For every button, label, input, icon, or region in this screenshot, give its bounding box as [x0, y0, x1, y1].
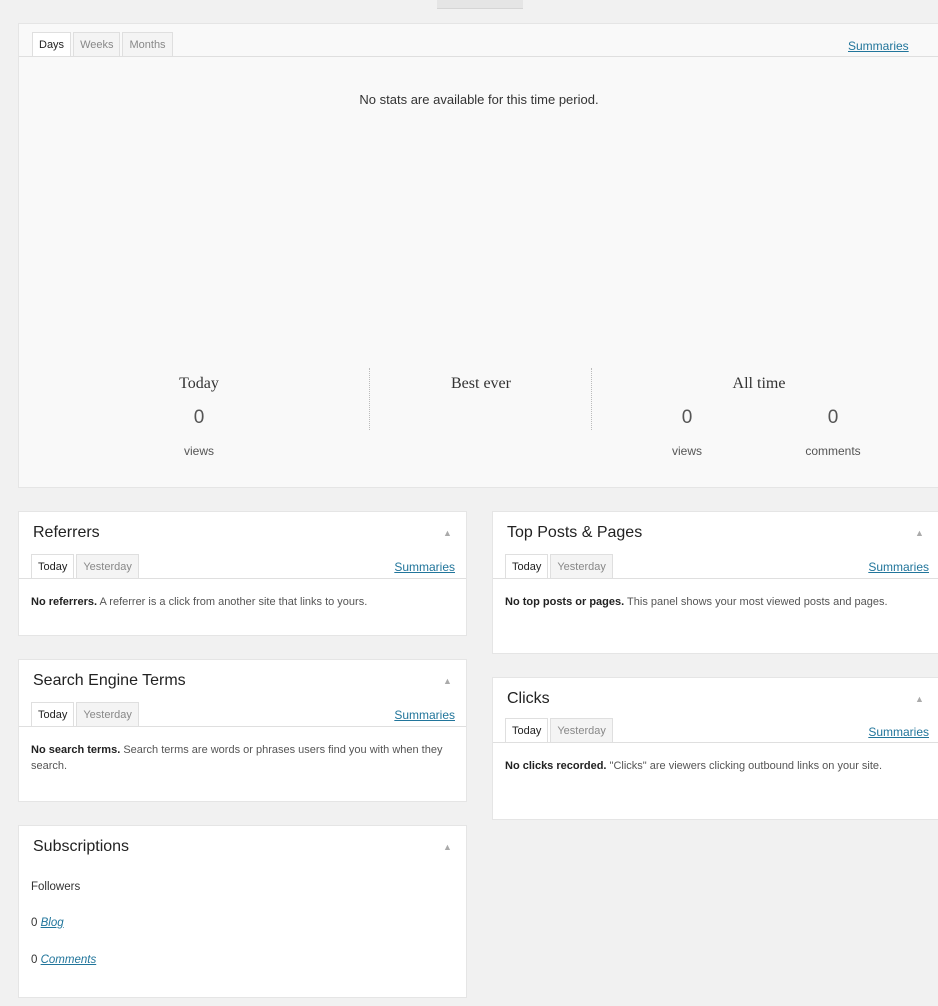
- tab-yesterday[interactable]: Yesterday: [550, 718, 613, 742]
- tab-divider: [493, 578, 938, 579]
- stat-divider: [591, 368, 592, 430]
- top-tab-stub: [437, 0, 523, 9]
- empty-message-bold: No clicks recorded.: [505, 760, 607, 772]
- search-terms-tabs: Today Yesterday: [31, 702, 139, 727]
- referrers-tabs: Today Yesterday: [31, 554, 139, 579]
- subscriptions-panel: Subscriptions ▲ Followers 0 Blog 0 Comme…: [18, 825, 467, 998]
- comment-followers-count: 0: [31, 954, 38, 966]
- followers-label: Followers: [31, 881, 81, 893]
- top-posts-title: Top Posts & Pages: [507, 524, 643, 541]
- summaries-link[interactable]: Summaries: [848, 39, 909, 53]
- tab-months[interactable]: Months: [122, 32, 173, 56]
- tab-days[interactable]: Days: [32, 32, 72, 57]
- top-posts-empty-message: No top posts or pages. This panel shows …: [505, 594, 928, 610]
- all-time-views-count: 0: [681, 407, 693, 428]
- collapse-icon[interactable]: ▲: [915, 694, 924, 704]
- today-heading: Today: [179, 375, 219, 392]
- clicks-empty-message: No clicks recorded. "Clicks" are viewers…: [505, 758, 928, 774]
- search-terms-empty-message: No search terms. Search terms are words …: [31, 742, 454, 774]
- top-posts-tabs: Today Yesterday: [505, 554, 613, 579]
- collapse-icon[interactable]: ▲: [915, 528, 924, 538]
- summaries-link[interactable]: Summaries: [394, 560, 455, 574]
- blog-followers-row: 0 Blog: [31, 917, 64, 929]
- empty-message-text: A referrer is a click from another site …: [97, 596, 368, 608]
- search-terms-panel: Search Engine Terms ▲ Today Yesterday Su…: [18, 659, 467, 802]
- empty-stats-message: No stats are available for this time per…: [359, 92, 599, 107]
- referrers-panel: Referrers ▲ Today Yesterday Summaries No…: [18, 511, 467, 636]
- summaries-link[interactable]: Summaries: [868, 725, 929, 739]
- period-tabs: Days Weeks Months: [32, 32, 173, 57]
- referrers-empty-message: No referrers. A referrer is a click from…: [31, 594, 454, 610]
- all-time-views-label: views: [671, 444, 702, 458]
- tab-today[interactable]: Today: [31, 554, 75, 579]
- summaries-link[interactable]: Summaries: [394, 708, 455, 722]
- search-terms-title: Search Engine Terms: [33, 672, 186, 689]
- subscriptions-title: Subscriptions: [33, 838, 130, 855]
- today-views-count: 0: [193, 407, 205, 428]
- tab-divider: [19, 726, 466, 727]
- blog-followers-count: 0: [31, 917, 38, 929]
- stat-divider: [369, 368, 370, 430]
- clicks-panel: Clicks ▲ Today Yesterday Summaries No cl…: [492, 677, 938, 820]
- blog-followers-link[interactable]: Blog: [41, 917, 64, 929]
- tab-divider: [493, 742, 938, 743]
- today-views-label: views: [183, 444, 214, 458]
- empty-message-bold: No top posts or pages.: [505, 596, 625, 608]
- tab-yesterday[interactable]: Yesterday: [76, 702, 139, 726]
- summaries-link[interactable]: Summaries: [868, 560, 929, 574]
- comment-followers-link[interactable]: Comments: [41, 954, 97, 966]
- collapse-icon[interactable]: ▲: [443, 676, 452, 686]
- tab-today[interactable]: Today: [505, 554, 549, 579]
- tab-yesterday[interactable]: Yesterday: [550, 554, 613, 578]
- tab-weeks[interactable]: Weeks: [73, 32, 121, 56]
- best-ever-heading: Best ever: [451, 375, 511, 392]
- all-time-heading: All time: [732, 375, 786, 392]
- tab-divider: [19, 578, 466, 579]
- clicks-title: Clicks: [507, 690, 550, 707]
- empty-message-bold: No search terms.: [31, 744, 121, 756]
- top-posts-panel: Top Posts & Pages ▲ Today Yesterday Summ…: [492, 511, 938, 654]
- empty-message-bold: No referrers.: [31, 596, 98, 608]
- comment-followers-row: 0 Comments: [31, 954, 96, 966]
- collapse-icon[interactable]: ▲: [443, 528, 452, 538]
- all-time-comments-count: 0: [827, 407, 839, 428]
- tab-today[interactable]: Today: [31, 702, 75, 727]
- tab-divider: [19, 56, 938, 57]
- empty-message-text: "Clicks" are viewers clicking outbound l…: [606, 760, 883, 772]
- referrers-title: Referrers: [33, 524, 100, 541]
- clicks-tabs: Today Yesterday: [505, 718, 613, 743]
- empty-message-text: This panel shows your most viewed posts …: [624, 596, 888, 608]
- tab-today[interactable]: Today: [505, 718, 549, 743]
- collapse-icon[interactable]: ▲: [443, 842, 452, 852]
- tab-yesterday[interactable]: Yesterday: [76, 554, 139, 578]
- stats-overview-panel: Days Weeks Months Summaries No stats are…: [18, 23, 938, 488]
- all-time-comments-label: comments: [805, 444, 861, 458]
